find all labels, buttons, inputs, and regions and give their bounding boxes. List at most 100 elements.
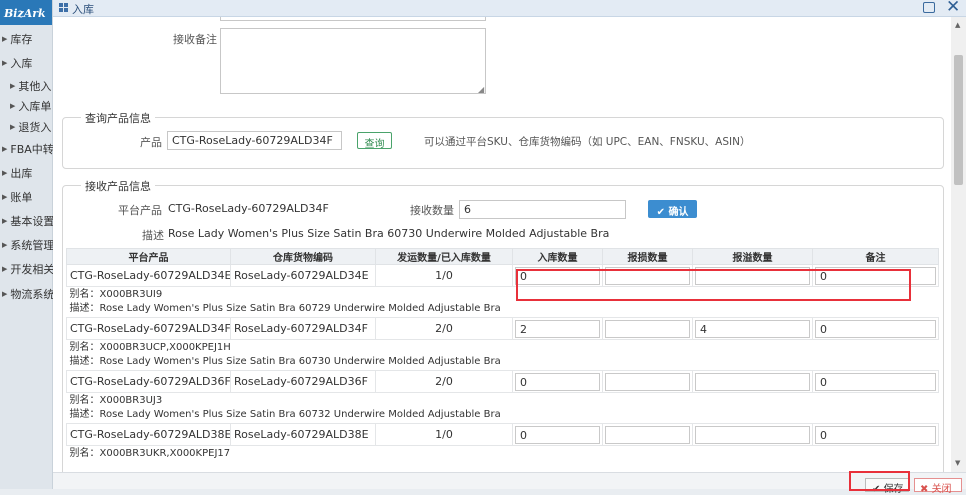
dialog-titlebar: 入库 ✕ — [53, 0, 966, 17]
caret-right-icon: ▶ — [2, 169, 8, 177]
receive-note-label: 接收备注 — [173, 33, 217, 46]
sidebar-item-inbound-order[interactable]: ▶ 入库单 — [0, 95, 53, 117]
overflow-qty-input[interactable] — [695, 372, 810, 391]
code-cell: RoseLady-60729ALD38E — [230, 423, 376, 446]
receive-legend: 接收产品信息 — [81, 178, 155, 194]
scroll-thumb[interactable] — [954, 55, 963, 185]
description-label: 描述 — [142, 229, 164, 242]
caret-right-icon: ▶ — [10, 123, 16, 131]
sidebar-item-fba[interactable]: ▶ FBA中转 — [0, 138, 53, 160]
note-input[interactable]: 0 — [815, 425, 936, 444]
check-icon: ✔ — [656, 207, 669, 218]
product-label: 产品 — [140, 136, 162, 149]
shipped-cell: 1/0 — [375, 423, 513, 446]
col-header: 平台产品 — [66, 248, 231, 265]
caret-right-icon: ▶ — [2, 145, 8, 153]
col-header: 备注 — [812, 248, 939, 265]
table-row-info: 别名：X000BR3UKR,X000KPEJ17 — [66, 445, 939, 472]
query-button[interactable]: 查询 — [357, 132, 392, 150]
query-legend: 查询产品信息 — [81, 110, 155, 126]
app-logo: BizArk — [0, 0, 52, 25]
sidebar-item-system[interactable]: ▶ 系统管理 — [0, 234, 53, 256]
sidebar-item-return-inbound[interactable]: ▶ 退货入 — [0, 116, 53, 138]
alias-text: 别名：X000BR3UJ3 — [69, 395, 163, 406]
maximize-icon[interactable] — [923, 2, 935, 13]
sidebar-item-bills[interactable]: ▶ 账单 — [0, 186, 53, 208]
save-highlight-box — [849, 471, 910, 491]
platform-cell: CTG-RoseLady-60729ALD36F — [66, 370, 231, 393]
code-cell: RoseLady-60729ALD36F — [230, 370, 376, 393]
sidebar-item-inbound[interactable]: ▶ 入库 — [0, 52, 53, 74]
dialog-footer — [53, 472, 966, 489]
damaged-qty-input[interactable] — [605, 425, 690, 444]
note-input[interactable]: 0 — [815, 372, 936, 391]
receive-note-textarea[interactable] — [220, 28, 486, 94]
sidebar-item-basic-settings[interactable]: ▶ 基本设置 — [0, 210, 53, 232]
close-icon[interactable]: ✕ — [946, 0, 960, 17]
caret-right-icon: ▶ — [2, 290, 8, 298]
close-x-icon: ✖ — [920, 484, 932, 495]
alias-text: 别名：X000BR3UKR,X000KPEJ17 — [69, 448, 231, 459]
note-input[interactable]: 0 — [815, 319, 936, 338]
description-value: Rose Lady Women's Plus Size Satin Bra 60… — [168, 227, 610, 240]
sidebar-item-other-inbound[interactable]: ▶ 其他入 — [0, 75, 53, 97]
scroll-up-icon[interactable]: ▲ — [955, 21, 960, 29]
resize-handle-icon[interactable]: ◢ — [478, 85, 484, 94]
sidebar-item-dev[interactable]: ▶ 开发相关 — [0, 258, 53, 280]
shipped-cell: 2/0 — [375, 370, 513, 393]
caret-right-icon: ▶ — [2, 217, 8, 225]
close-button[interactable]: ✖ 关闭 — [914, 478, 962, 495]
top-field[interactable] — [220, 17, 486, 21]
desc-text: 描述：Rose Lady Women's Plus Size Satin Bra… — [69, 356, 501, 367]
sidebar-item-inventory[interactable]: ▶ 库存 — [0, 28, 53, 50]
inbound-qty-input[interactable]: 2 — [515, 319, 600, 338]
col-header: 报溢数量 — [692, 248, 813, 265]
code-cell: RoseLady-60729ALD34F — [230, 317, 376, 340]
col-header: 报损数量 — [602, 248, 693, 265]
col-header: 仓库货物编码 — [230, 248, 376, 265]
alias-text: 别名：X000BR3UCP,X000KPEJ1H — [69, 342, 231, 353]
table-row-info: 别名：X000BR3UJ3 描述：Rose Lady Women's Plus S… — [66, 392, 939, 424]
inbound-qty-input[interactable]: 0 — [515, 425, 600, 444]
damaged-qty-input[interactable] — [605, 319, 690, 338]
table-header-row: 平台产品 仓库货物编码 发运数量/已入库数量 入库数量 报损数量 报溢数量 备注 — [66, 248, 939, 265]
sidebar-item-logistics[interactable]: ▶ 物流系统 — [0, 283, 53, 305]
query-hint: 可以通过平台SKU、仓库货物编码（如 UPC、EAN、FNSKU、ASIN） — [424, 136, 751, 148]
table-row: CTG-RoseLady-60729ALD34F RoseLady-60729A… — [66, 317, 939, 340]
platform-cell: CTG-RoseLady-60729ALD34E — [66, 264, 231, 287]
inbound-qty-input[interactable]: 0 — [515, 372, 600, 391]
caret-right-icon: ▶ — [2, 35, 8, 43]
platform-product-value: CTG-RoseLady-60729ALD34F — [168, 202, 329, 215]
shipped-cell: 2/0 — [375, 317, 513, 340]
grid-icon — [59, 3, 68, 12]
table-row: CTG-RoseLady-60729ALD38E RoseLady-60729A… — [66, 423, 939, 446]
caret-right-icon: ▶ — [10, 82, 16, 90]
highlight-box — [516, 269, 911, 301]
desc-text: 描述：Rose Lady Women's Plus Size Satin Bra… — [69, 409, 501, 420]
platform-product-label: 平台产品 — [118, 204, 162, 217]
receive-qty-label: 接收数量 — [410, 204, 454, 217]
sidebar: BizArk ▶ 库存 ▶ 入库 ▶ 其他入 ▶ 入库单 ▶ 退货入 ▶ FBA中转 ▶ 出库… — [0, 0, 53, 489]
platform-cell: CTG-RoseLady-60729ALD34F — [66, 317, 231, 340]
col-header: 入库数量 — [512, 248, 603, 265]
dialog-title: 入库 — [72, 3, 94, 16]
scroll-down-icon[interactable]: ▼ — [955, 459, 960, 467]
vertical-scrollbar[interactable]: ▲ ▼ — [951, 17, 966, 472]
receive-qty-input[interactable]: 6 — [459, 200, 626, 219]
table-row: CTG-RoseLady-60729ALD36F RoseLady-60729A… — [66, 370, 939, 393]
caret-right-icon: ▶ — [10, 102, 16, 110]
damaged-qty-input[interactable] — [605, 372, 690, 391]
shipped-cell: 1/0 — [375, 264, 513, 287]
overflow-qty-input[interactable] — [695, 425, 810, 444]
table-row-info: 别名：X000BR3UCP,X000KPEJ1H 描述：Rose Lady Wom… — [66, 339, 939, 371]
confirm-button[interactable]: ✔ 确认 — [648, 200, 697, 218]
platform-cell: CTG-RoseLady-60729ALD38E — [66, 423, 231, 446]
overflow-qty-input[interactable]: 4 — [695, 319, 810, 338]
caret-right-icon: ▶ — [2, 59, 8, 67]
caret-right-icon: ▶ — [2, 241, 8, 249]
dialog-content: 接收备注 ◢ 查询产品信息 产品 CTG-RoseLady-60729ALD34… — [53, 17, 951, 472]
desc-text: 描述：Rose Lady Women's Plus Size Satin Bra… — [69, 303, 501, 314]
product-input[interactable]: CTG-RoseLady-60729ALD34F — [167, 131, 342, 150]
code-cell: RoseLady-60729ALD34E — [230, 264, 376, 287]
sidebar-item-outbound[interactable]: ▶ 出库 — [0, 162, 53, 184]
